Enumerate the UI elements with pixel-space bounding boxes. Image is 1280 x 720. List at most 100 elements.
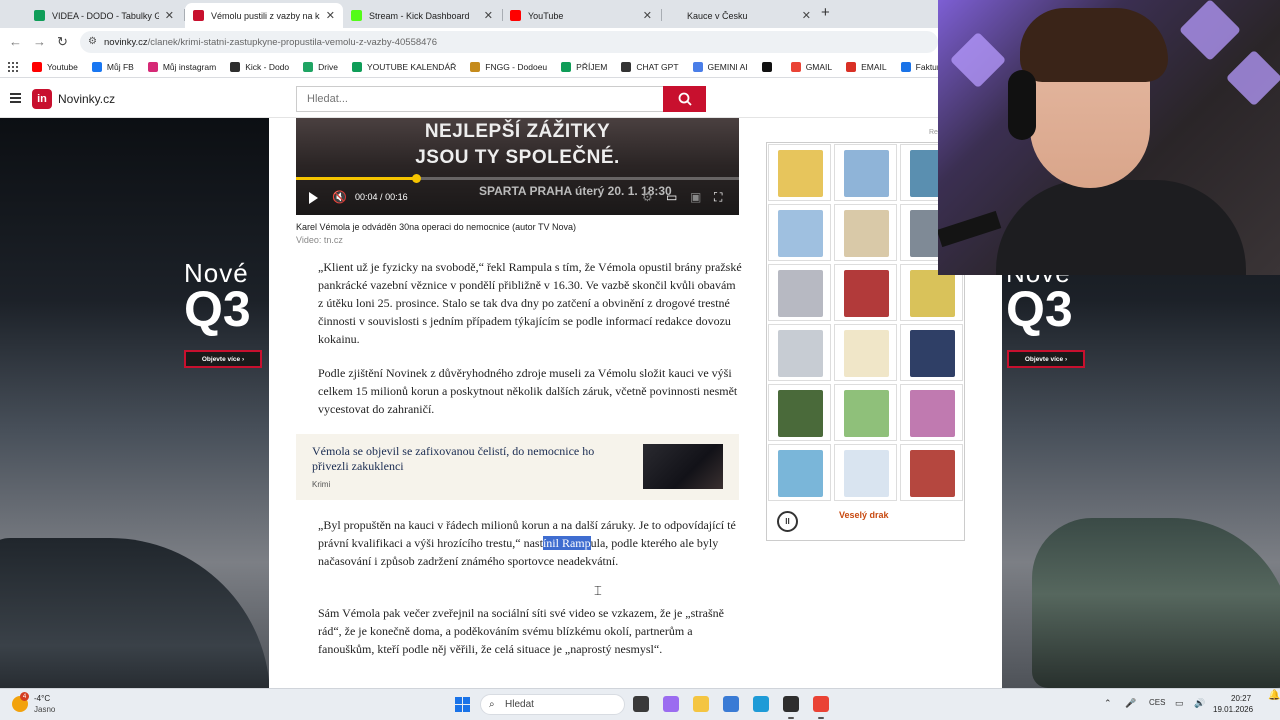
shop-product[interactable] [768, 264, 831, 321]
taskbar-search[interactable]: ⌕ Hledat [480, 694, 625, 715]
tab-videa[interactable]: VIDEA - DODO - Tabulky Googl ✕ [26, 3, 182, 28]
shop-product[interactable] [768, 324, 831, 381]
product-image [844, 150, 889, 197]
tab-youtube[interactable]: YouTube ✕ [502, 3, 660, 28]
language-indicator[interactable]: CES [1149, 698, 1165, 707]
shop-product[interactable] [768, 144, 831, 201]
shop-product[interactable] [834, 144, 897, 201]
mute-icon[interactable]: 🔇 [332, 190, 347, 204]
address-bar[interactable]: ⚙ novinky.cz/clanek/krimi-statni-zastupk… [80, 31, 938, 53]
ad-cta-button[interactable]: Objevte více › [184, 350, 262, 368]
network-icon[interactable]: ▭ [1175, 698, 1184, 709]
tab-title: Vémolu pustili z vazby na kauci [211, 10, 320, 21]
bookmark-item[interactable]: Youtube [32, 61, 78, 72]
tab-kauce[interactable]: Kauce v Česku ✕ [661, 3, 819, 28]
play-icon[interactable] [309, 192, 318, 204]
weather-temperature[interactable]: -4°C [34, 694, 50, 703]
settings-gear-icon[interactable]: ⚙ [642, 190, 653, 204]
video-time-separator: / [380, 192, 383, 202]
bookmark-item[interactable] [761, 61, 777, 72]
bookmark-item[interactable]: CHAT GPT [621, 61, 679, 72]
bookmark-item[interactable]: Kick - Dodo [230, 61, 289, 72]
close-icon[interactable]: ✕ [165, 9, 174, 22]
bookmark-label: GMAIL [805, 61, 833, 72]
close-icon[interactable]: ✕ [802, 9, 811, 22]
article-paragraph: Sám Vémola pak večer zveřejnil na sociál… [318, 606, 724, 656]
shop-product[interactable] [900, 324, 963, 381]
terminal-icon[interactable] [783, 696, 799, 719]
shop-ad-brand[interactable]: Veselý drak [839, 510, 889, 520]
windows-app-icon[interactable] [723, 696, 739, 712]
youtube-icon [32, 61, 42, 72]
shop-product[interactable] [834, 204, 897, 261]
bookmark-item[interactable]: EMAIL [846, 61, 887, 72]
site-search-input[interactable] [296, 86, 664, 112]
edge-icon[interactable] [753, 696, 769, 712]
shop-ad-banner[interactable]: II Veselý drak [766, 142, 965, 541]
shop-product[interactable] [900, 444, 963, 501]
shop-product[interactable] [768, 204, 831, 261]
close-icon[interactable]: ✕ [484, 9, 493, 22]
gemini-icon [692, 61, 703, 72]
weather-description[interactable]: Jasno [34, 705, 55, 714]
site-search-button[interactable] [663, 86, 706, 112]
video-player[interactable]: NEJLEPŠÍ ZÁŽITKY JSOU TY SPOLEČNÉ. SPART… [296, 118, 739, 215]
shop-product[interactable] [768, 384, 831, 441]
bookmark-item[interactable]: YOUTUBE KALENDÁŘ [351, 61, 456, 72]
site-logo-text[interactable]: Novinky.cz [58, 92, 115, 106]
bookmark-item[interactable]: Můj instagram [147, 61, 216, 72]
chrome-icon[interactable] [813, 696, 829, 719]
new-tab-button[interactable]: + [821, 4, 830, 21]
task-view-icon[interactable] [633, 696, 649, 712]
novinky-logo-icon[interactable]: in [32, 89, 52, 109]
windows-start-icon[interactable] [455, 697, 470, 712]
apps-grid-icon[interactable] [8, 61, 18, 72]
reload-icon[interactable]: ↻ [57, 34, 68, 50]
shop-product[interactable] [768, 444, 831, 501]
cast-icon[interactable]: ▭ [666, 190, 677, 204]
related-article-card[interactable]: Vémola se objevil se zafixovanou čelistí… [296, 434, 739, 500]
bookmark-item[interactable]: PŘÍJEM [561, 61, 607, 72]
related-article-title[interactable]: Vémola se objevil se zafixovanou čelistí… [312, 444, 628, 474]
copilot-icon[interactable] [663, 696, 679, 712]
video-progress-bar[interactable] [296, 174, 739, 183]
bookmark-item[interactable]: FNGG - Dodoeu [470, 61, 547, 72]
site-info-icon[interactable]: ⚙ [88, 36, 97, 47]
bookmark-item[interactable]: Můj FB [91, 61, 134, 72]
chevron-up-icon[interactable]: ⌃ [1104, 698, 1112, 709]
related-article-thumbnail[interactable] [643, 444, 723, 489]
close-icon[interactable]: ✕ [326, 9, 335, 22]
pause-icon[interactable]: II [777, 511, 798, 532]
tab-kick[interactable]: Stream - Kick Dashboard ✕ [343, 3, 501, 28]
left-ad-banner[interactable]: Nové Q3 Objevte více › [0, 118, 269, 688]
notification-bell-icon[interactable]: 🔔 [1268, 690, 1280, 701]
shop-product[interactable] [834, 264, 897, 321]
bookmark-item[interactable]: Drive [303, 61, 338, 72]
clock-time[interactable]: 20:27 [1231, 694, 1251, 703]
tab-vemola[interactable]: Vémolu pustili z vazby na kauci ✕ [185, 3, 343, 28]
close-icon[interactable]: ✕ [643, 9, 652, 22]
article-paragraph-quote: „Byl propuštěn na kauci v řádech milionů… [318, 516, 742, 570]
bookmark-item[interactable]: GMAIL [790, 61, 833, 72]
shop-product[interactable] [834, 444, 897, 501]
clock-date[interactable]: 19.01.2026 [1213, 705, 1253, 714]
email-icon [846, 61, 857, 72]
picture-in-picture-icon[interactable]: ▣ [690, 190, 701, 204]
shop-product[interactable] [834, 384, 897, 441]
microphone-icon[interactable]: 🎤 [1125, 698, 1136, 709]
file-explorer-icon[interactable] [693, 696, 709, 712]
menu-icon[interactable] [10, 93, 21, 103]
video-scrubber-handle[interactable] [411, 174, 421, 183]
back-arrow-icon[interactable]: ← [9, 34, 22, 49]
fullscreen-icon[interactable]: ⛶ [714, 190, 722, 205]
shop-product[interactable] [900, 384, 963, 441]
headphones-icon [1008, 70, 1036, 140]
ad-cta-button[interactable]: Objevte více › [1007, 350, 1085, 368]
volume-icon[interactable]: 🔊 [1194, 698, 1205, 709]
related-article-category[interactable]: Krimi [312, 480, 330, 489]
novinky-icon [193, 10, 204, 21]
forward-arrow-icon[interactable]: → [33, 34, 46, 49]
bookmark-item[interactable]: GEMINI AI [692, 61, 748, 72]
shop-product[interactable] [834, 324, 897, 381]
ad-model: Q3 [184, 281, 251, 337]
